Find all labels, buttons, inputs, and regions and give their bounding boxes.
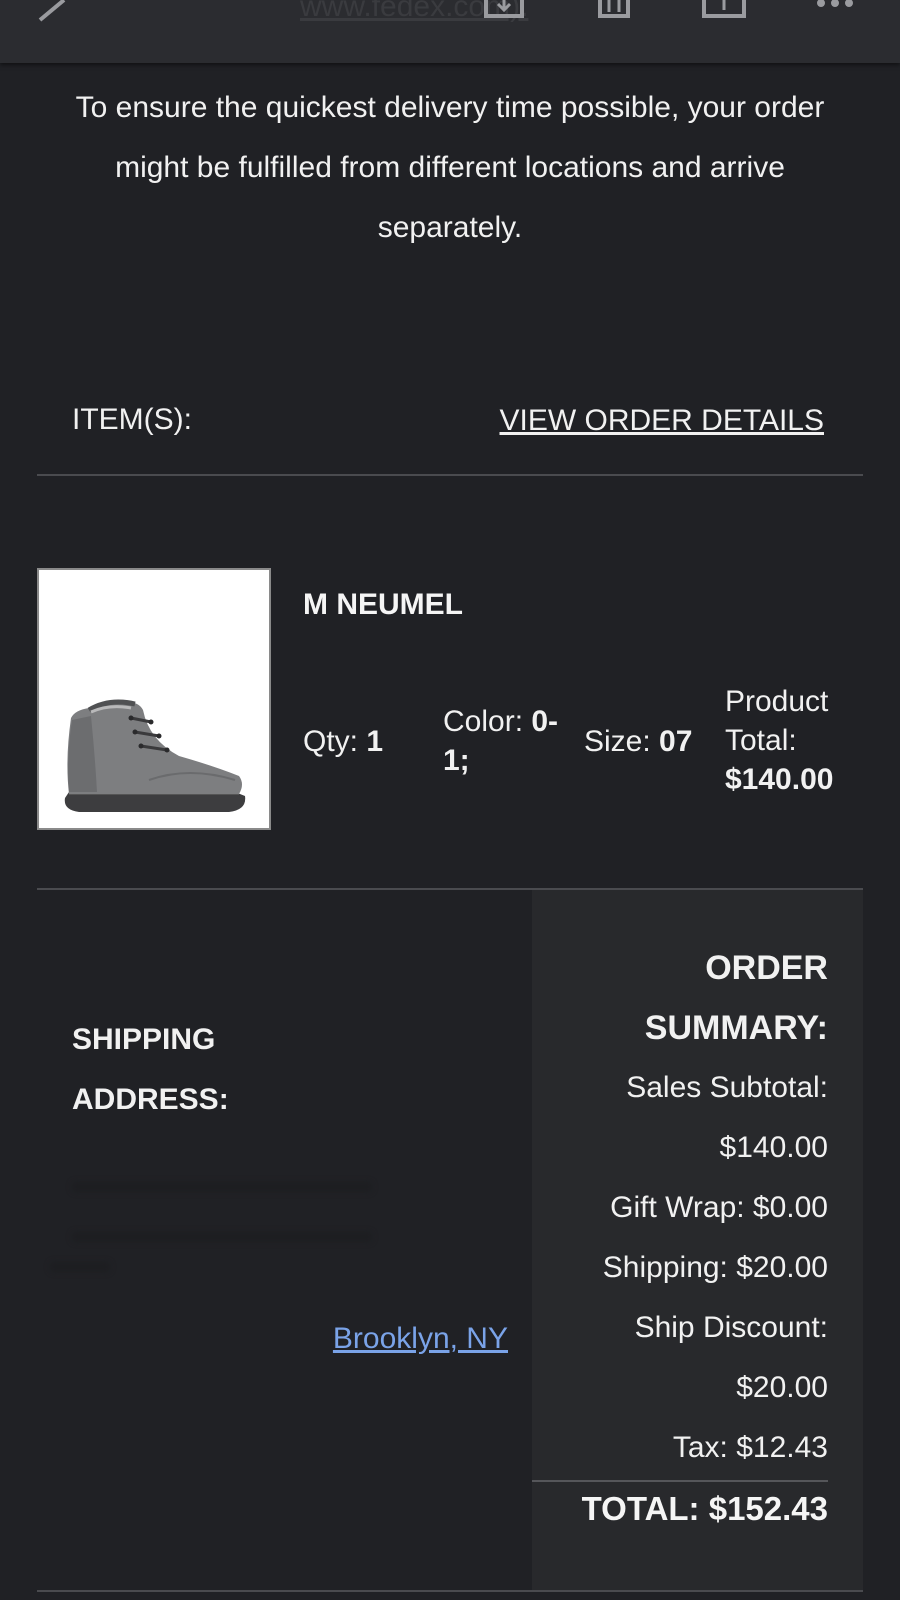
redacted-address-line (50, 1262, 110, 1272)
size-label: Size: (584, 725, 651, 758)
email-toolbar: www.fedex.com). (0, 0, 900, 63)
back-arrow-icon[interactable] (30, 0, 70, 24)
order-summary: ORDER SUMMARY: Sales Subtotal: $140.00 G… (540, 938, 828, 1478)
size-field: Size: 07 (584, 722, 692, 761)
archive-icon[interactable] (482, 0, 526, 20)
boot-icon (64, 699, 246, 812)
redacted-address-line (72, 1232, 372, 1242)
qty-field: Qty: 1 (303, 722, 383, 761)
product-image[interactable] (37, 568, 271, 830)
qty-value: 1 (366, 725, 384, 758)
mark-unread-icon[interactable] (700, 0, 748, 20)
order-total: TOTAL: $152.43 (581, 1490, 828, 1527)
ship-discount: Ship Discount: $20.00 (634, 1311, 828, 1404)
order-summary-title: ORDER SUMMARY: (644, 949, 828, 1047)
shipping-city-link[interactable]: Brooklyn, NY (333, 1322, 508, 1356)
qty-label: Qty: (303, 725, 359, 758)
product-total-value: $140.00 (725, 763, 834, 796)
shipping-address-label: SHIPPING ADDRESS: (72, 1023, 229, 1116)
tax: Tax: $12.43 (672, 1431, 828, 1464)
redacted-address-line (72, 1182, 372, 1192)
product-total-field: Product Total: $140.00 (725, 682, 865, 799)
shipping-cost: Shipping: $20.00 (602, 1251, 828, 1284)
delivery-notice: To ensure the quickest delivery time pos… (75, 91, 825, 244)
color-label: Color: (443, 705, 524, 738)
more-options-icon[interactable] (815, 0, 855, 10)
items-header: ITEM(S): (72, 403, 192, 436)
gift-wrap: Gift Wrap: $0.00 (610, 1191, 828, 1224)
product-name[interactable]: M NEUMEL (303, 588, 463, 622)
divider (37, 1590, 863, 1592)
total-divider (532, 1480, 828, 1482)
sales-subtotal: Sales Subtotal: $140.00 (626, 1071, 828, 1164)
size-value: 07 (659, 725, 693, 758)
divider (37, 474, 863, 476)
product-total-label: Product Total: (725, 685, 829, 757)
view-order-details-link[interactable]: VIEW ORDER DETAILS (500, 404, 825, 438)
color-field: Color: 0-1; (443, 702, 573, 780)
trash-icon[interactable] (596, 0, 632, 20)
